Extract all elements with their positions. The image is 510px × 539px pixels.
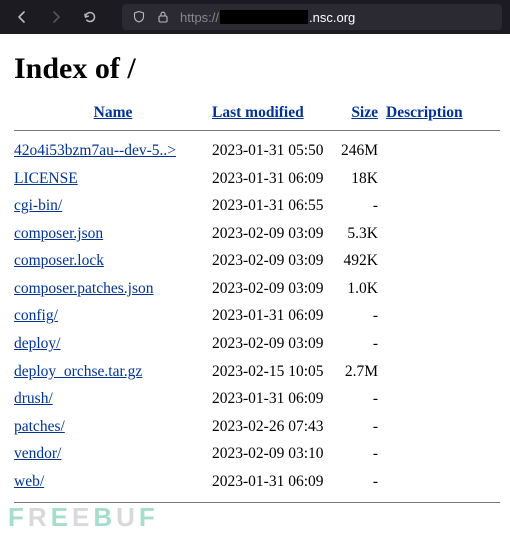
file-modified: 2023-02-15 10:05 <box>212 358 340 386</box>
file-modified: 2023-02-09 03:10 <box>212 440 340 468</box>
url-bar[interactable]: https:// .nsc.org <box>122 4 502 30</box>
file-row: cgi-bin/2023-01-31 06:55- <box>14 192 500 220</box>
file-size: 18K <box>340 165 382 193</box>
file-link[interactable]: composer.patches.json <box>14 280 153 297</box>
file-size: - <box>340 413 382 441</box>
url-text: https:// .nsc.org <box>180 10 355 25</box>
file-modified: 2023-01-31 06:09 <box>212 468 340 496</box>
file-link[interactable]: 42o4i53bzm7au--dev-5..> <box>14 142 176 159</box>
file-modified: 2023-02-09 03:09 <box>212 220 340 248</box>
page-title: Index of / <box>14 52 500 86</box>
file-link[interactable]: deploy/ <box>14 335 61 352</box>
back-button[interactable] <box>8 3 36 31</box>
file-row: 42o4i53bzm7au--dev-5..> 2023-01-31 05:502… <box>14 137 500 165</box>
divider-top <box>14 130 500 131</box>
header-size[interactable]: Size <box>351 104 378 121</box>
file-modified: 2023-01-31 06:09 <box>212 165 340 193</box>
file-modified: 2023-01-31 06:09 <box>212 302 340 330</box>
file-size: - <box>340 302 382 330</box>
file-size: - <box>340 468 382 496</box>
file-size: - <box>340 330 382 358</box>
file-link[interactable]: composer.json <box>14 225 103 242</box>
forward-button[interactable] <box>42 3 70 31</box>
header-name[interactable]: Name <box>94 104 133 121</box>
file-row: deploy_orchse.tar.gz 2023-02-15 10:052.7M <box>14 358 500 386</box>
file-size: 2.7M <box>340 358 382 386</box>
file-modified: 2023-01-31 06:09 <box>212 385 340 413</box>
file-link[interactable]: patches/ <box>14 418 65 435</box>
lock-icon <box>156 10 170 24</box>
file-size: - <box>340 385 382 413</box>
file-row: patches/2023-02-26 07:43- <box>14 413 500 441</box>
file-row: composer.json 2023-02-09 03:095.3K <box>14 220 500 248</box>
file-listing: Name Last modified Size Description 42o4… <box>14 104 500 503</box>
file-modified: 2023-02-09 03:09 <box>212 247 340 275</box>
file-row: LICENSE 2023-01-31 06:0918K <box>14 165 500 193</box>
file-modified: 2023-02-09 03:09 <box>212 275 340 303</box>
reload-button[interactable] <box>76 3 104 31</box>
file-link[interactable]: drush/ <box>14 390 53 407</box>
file-link[interactable]: config/ <box>14 307 58 324</box>
file-row: deploy/2023-02-09 03:09- <box>14 330 500 358</box>
file-modified: 2023-01-31 05:50 <box>212 137 340 165</box>
url-redacted <box>220 10 308 24</box>
url-protocol: https:// <box>180 10 219 25</box>
divider-bottom <box>14 502 500 503</box>
file-row: composer.patches.json 2023-02-09 03:091.0… <box>14 275 500 303</box>
file-link[interactable]: composer.lock <box>14 252 104 269</box>
file-link[interactable]: LICENSE <box>14 170 78 187</box>
file-link[interactable]: web/ <box>14 473 44 490</box>
file-size: - <box>340 440 382 468</box>
watermark: FREEBUF <box>8 502 159 533</box>
file-modified: 2023-02-09 03:09 <box>212 330 340 358</box>
file-link[interactable]: deploy_orchse.tar.gz <box>14 363 142 380</box>
file-row: drush/2023-01-31 06:09- <box>14 385 500 413</box>
url-host-suffix: .nsc.org <box>309 10 355 25</box>
file-size: 492K <box>340 247 382 275</box>
browser-toolbar: https:// .nsc.org <box>0 0 510 34</box>
listing-header: Name Last modified Size Description <box>14 104 500 122</box>
file-modified: 2023-02-26 07:43 <box>212 413 340 441</box>
file-link[interactable]: cgi-bin/ <box>14 197 62 214</box>
file-size: 1.0K <box>340 275 382 303</box>
file-row: config/2023-01-31 06:09- <box>14 302 500 330</box>
file-size: 5.3K <box>340 220 382 248</box>
header-description[interactable]: Description <box>386 104 463 121</box>
file-size: 246M <box>340 137 382 165</box>
header-modified[interactable]: Last modified <box>212 104 304 121</box>
file-row: web/2023-01-31 06:09- <box>14 468 500 496</box>
page-content: Index of / Name Last modified Size Descr… <box>0 34 510 539</box>
file-row: composer.lock 2023-02-09 03:09492K <box>14 247 500 275</box>
file-link[interactable]: vendor/ <box>14 445 61 462</box>
file-size: - <box>340 192 382 220</box>
file-row: vendor/2023-02-09 03:10- <box>14 440 500 468</box>
shield-icon <box>132 10 146 24</box>
file-modified: 2023-01-31 06:55 <box>212 192 340 220</box>
